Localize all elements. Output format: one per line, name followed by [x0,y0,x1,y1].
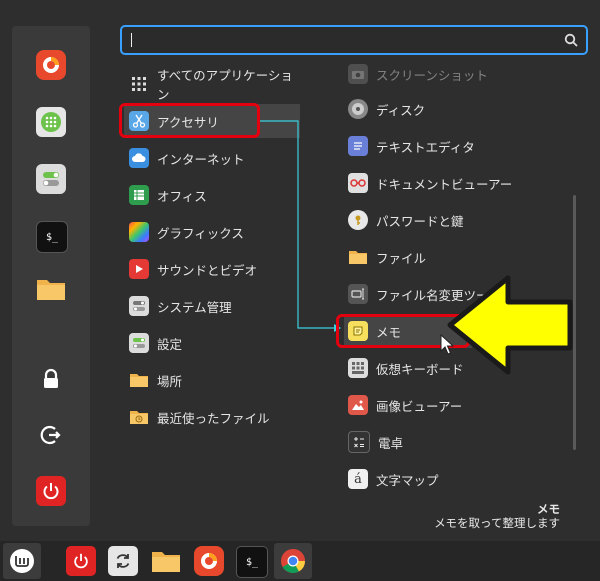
tooltip-description: メモを取って整理します [434,516,560,530]
system-toggle-icon [129,296,149,316]
accessories-highlight-frame [119,103,260,138]
chrome-icon[interactable] [274,543,312,579]
search-input[interactable] [120,25,588,55]
app-label: 文字マップ [376,472,439,488]
recent-folder-icon [129,407,149,427]
glasses-icon [348,173,368,193]
app-label: ディスク [376,102,426,118]
app-label: 画像ビューアー [376,398,463,414]
settings-toggle-icon[interactable] [36,164,66,194]
category-label: システム管理 [157,299,232,315]
power-icon[interactable] [36,476,66,506]
terminal-icon[interactable]: $_ [236,546,268,578]
character-map-icon: á [348,469,368,489]
category-label: すべてのアプリケーション [157,68,293,102]
application-menu: $_ すべてのアプリケーション アクセサリ インターネット オフィス グラフィッ… [0,0,600,541]
palette-icon [129,222,149,242]
camera-icon [348,64,368,84]
taskbar: $_ [0,541,600,581]
text-cursor [131,33,132,47]
search-icon[interactable] [564,33,578,47]
folder-icon [129,370,149,390]
favorites-panel: $_ [12,26,90,526]
menu-button[interactable] [3,543,41,579]
app-label: パスワードと鍵 [376,213,464,229]
category-recent-files[interactable]: 最近使ったファイル [124,400,300,434]
update-manager-icon[interactable] [108,546,138,576]
terminal-icon[interactable]: $_ [36,221,68,253]
app-label: ファイル [376,250,427,266]
app-text-editor[interactable]: テキストエディタ [344,129,560,163]
settings-icon [129,333,149,353]
disk-icon [348,99,368,119]
app-character-map[interactable]: á 文字マップ [344,462,560,496]
app-label: 電卓 [378,435,404,451]
category-label: サウンドとビデオ [157,262,258,278]
logout-icon[interactable] [36,420,66,450]
spreadsheet-icon [129,185,149,205]
mouse-pointer-icon [440,334,455,355]
cloud-icon [129,148,149,168]
rename-icon [348,284,368,304]
text-editor-icon [348,136,368,156]
grid-icon [129,74,149,94]
firefox-icon[interactable] [194,546,224,576]
play-icon [129,259,149,279]
folder-icon [348,247,368,267]
app-document-viewer[interactable]: ドキュメントビューアー [344,166,560,200]
keyboard-icon [348,358,368,378]
lock-icon[interactable] [36,364,66,394]
app-passwords-and-keys[interactable]: パスワードと鍵 [344,203,560,237]
image-icon [348,395,368,415]
app-calculator[interactable]: 電卓 [344,425,560,459]
yellow-arrow-annotation [447,275,573,375]
calculator-icon [348,431,370,453]
category-label: インターネット [157,151,245,167]
app-disks[interactable]: ディスク [344,92,560,126]
app-files[interactable]: ファイル [344,240,560,274]
category-label: 最近使ったファイル [157,410,270,426]
connector-line [260,120,341,332]
category-label: 場所 [157,373,183,389]
key-icon [348,210,368,230]
app-screenshot[interactable]: スクリーンショット [344,57,560,91]
firefox-icon[interactable] [36,50,66,80]
app-image-viewer[interactable]: 画像ビューアー [344,388,560,422]
category-label: 設定 [157,336,183,352]
folder-icon[interactable] [36,276,66,302]
app-label: スクリーンショット [376,67,488,83]
software-manager-icon[interactable] [36,107,66,137]
category-label: グラフィックス [157,225,244,241]
app-label: ドキュメントビューアー [376,176,513,192]
folder-icon[interactable] [150,546,182,576]
category-all-applications[interactable]: すべてのアプリケーション [124,67,300,102]
category-label: オフィス [157,188,207,204]
app-label: テキストエディタ [376,139,475,155]
power-icon[interactable] [66,546,96,576]
category-places[interactable]: 場所 [124,363,300,397]
